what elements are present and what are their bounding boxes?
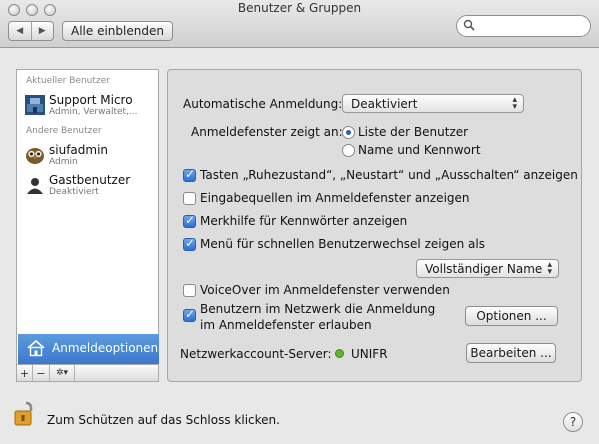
display-label: Anmeldefenster zeigt an: (191, 125, 343, 139)
checkbox-input-sources[interactable] (183, 192, 196, 205)
network-server-value: UNIFR (351, 347, 388, 361)
sidebar-item-support-micro[interactable]: Support Micro Admin, Verwaltet,... (21, 93, 159, 121)
help-button[interactable]: ? (563, 412, 583, 432)
fast-switch-style-popup[interactable]: Vollständiger Name ▴ ▾ (416, 259, 559, 278)
popup-arrows-icon: ▴ ▾ (512, 95, 517, 112)
checkbox-power-buttons-label: Tasten „Ruhezustand“, „Neustart“ und „Au… (200, 168, 578, 182)
auto-login-value: Deaktiviert (351, 96, 418, 111)
user-name: Gastbenutzer (49, 173, 131, 187)
user-role: Admin (49, 157, 78, 167)
login-options-panel: Automatische Anmeldung: Deaktiviert ▴ ▾ A… (167, 69, 582, 382)
back-icon[interactable]: ◀ (9, 22, 32, 40)
title-bar: Benutzer & Gruppen ◀ ▶ Alle einblenden (0, 0, 599, 48)
checkbox-fast-user-switching[interactable] (183, 236, 196, 251)
radio-name-password-label: Name und Kennwort (358, 143, 481, 157)
remove-user-button[interactable]: − (33, 365, 50, 381)
sidebar-toolbar: + − ✲▾ (16, 365, 159, 382)
radio-user-list[interactable] (342, 126, 355, 139)
lock-message: Zum Schützen auf das Schloss klicken. (47, 413, 280, 427)
user-name: Support Micro (49, 93, 133, 107)
guest-silhouette-icon (25, 175, 45, 195)
search-input[interactable] (456, 15, 591, 37)
checkbox-network-users[interactable] (183, 307, 196, 322)
radio-name-password[interactable] (342, 144, 355, 157)
lock-icon[interactable] (14, 399, 38, 427)
checkbox-password-hints-label: Merkhilfe für Kennwörter anzeigen (200, 214, 408, 228)
user-role: Admin, Verwaltet,... (49, 107, 138, 117)
checkbox-network-users-label-1: Benutzern im Netzwerk die Anmeldung (200, 302, 436, 316)
edit-server-button[interactable]: Bearbeiten ... (466, 343, 556, 363)
sidebar-item-login-options[interactable]: Anmeldeoptionen (18, 334, 159, 364)
forward-icon[interactable]: ▶ (32, 22, 54, 40)
add-user-button[interactable]: + (17, 365, 33, 381)
owl-avatar (25, 145, 45, 165)
sidebar-item-gastbenutzer[interactable]: Gastbenutzer Deaktiviert (21, 173, 159, 201)
sidebar-item-siufadmin[interactable]: siufadmin Admin (21, 143, 159, 171)
server-status-indicator (335, 349, 344, 358)
fast-switch-style-value: Vollständiger Name (425, 261, 543, 276)
other-users-header: Andere Benutzer (26, 126, 102, 136)
checkbox-password-hints[interactable] (183, 213, 196, 228)
user-avatar (25, 95, 45, 115)
network-server-label: Netzwerkaccount-Server: (180, 347, 332, 361)
users-sidebar: Aktueller Benutzer Support Micro Admin, … (16, 69, 159, 365)
login-options-label: Anmeldeoptionen (52, 341, 159, 355)
search-icon (463, 19, 475, 34)
checkbox-network-users-label-2: im Anmeldefenster erlauben (200, 318, 372, 332)
checkbox-power-buttons[interactable] (183, 167, 196, 182)
user-name: siufadmin (49, 143, 109, 157)
checkbox-voiceover-label: VoiceOver im Anmeldefenster verwenden (200, 283, 450, 297)
checkbox-fast-user-switching-label: Menü für schnellen Benutzerwechsel zeige… (200, 237, 485, 251)
options-button[interactable]: Optionen ... (465, 306, 558, 326)
window-title: Benutzer & Gruppen (237, 1, 362, 15)
checkbox-voiceover[interactable] (183, 284, 196, 297)
user-role: Deaktiviert (49, 187, 99, 197)
auto-login-label: Automatische Anmeldung: (183, 97, 343, 111)
nav-buttons: ◀ ▶ (8, 21, 54, 41)
popup-arrows-icon: ▴ ▾ (547, 260, 552, 277)
current-user-header: Aktueller Benutzer (26, 76, 110, 86)
action-menu-button[interactable]: ✲▾ (50, 365, 75, 381)
house-icon (26, 338, 46, 358)
checkbox-input-sources-label: Eingabequellen im Anmeldefenster anzeige… (200, 191, 470, 205)
auto-login-popup[interactable]: Deaktiviert ▴ ▾ (342, 94, 524, 113)
show-all-button[interactable]: Alle einblenden (62, 21, 173, 41)
radio-user-list-label: Liste der Benutzer (358, 125, 469, 139)
